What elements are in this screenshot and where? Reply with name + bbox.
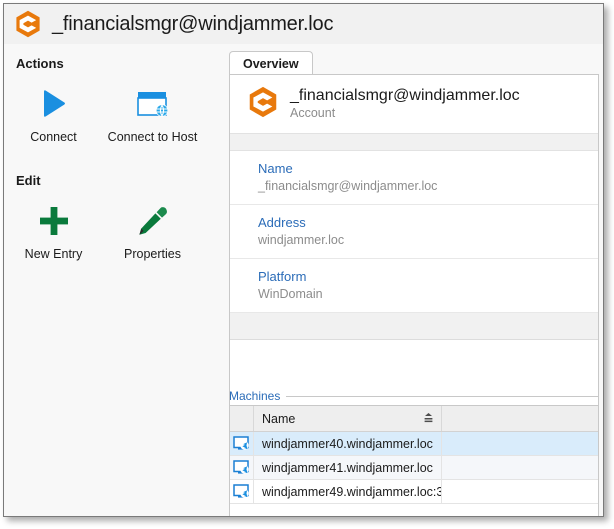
machine-name-cell: windjammer40.windjammer.loc [254, 432, 442, 455]
remote-desktop-icon [230, 480, 254, 503]
machine-name-cell: windjammer49.windjammer.loc:33... [254, 480, 442, 503]
machines-group-legend: Machines [229, 389, 599, 403]
edit-group-title: Edit [16, 173, 41, 188]
machines-header-filler [442, 406, 598, 431]
machine-row-filler [442, 432, 598, 455]
window-globe-icon [135, 82, 171, 126]
properties-action[interactable]: Properties [103, 199, 202, 261]
window-title-text: _financialsmgr@windjammer.loc [52, 12, 334, 35]
account-header: _financialsmgr@windjammer.loc Account [230, 75, 598, 133]
machines-group: Machines Name windjammer40.windjammer.lo… [229, 389, 599, 516]
header-separator-band [230, 133, 598, 151]
pencil-icon [136, 199, 170, 243]
machine-row-filler [442, 480, 598, 503]
field-name-label: Name [258, 161, 293, 176]
actions-group-items: Connect Connect to Host [4, 82, 221, 144]
table-row[interactable]: windjammer40.windjammer.loc [230, 432, 598, 456]
plus-icon [37, 199, 71, 243]
field-platform: Platform WinDomain [230, 259, 598, 313]
machines-header-name[interactable]: Name [254, 406, 442, 431]
window-title-bar: _financialsmgr@windjammer.loc [4, 4, 603, 44]
machine-row-filler [442, 456, 598, 479]
machines-table-header: Name [230, 406, 598, 432]
tab-strip: Overview [229, 49, 313, 75]
account-name: _financialsmgr@windjammer.loc [290, 87, 520, 104]
sort-ascending-icon [422, 412, 435, 426]
actions-group-title: Actions [16, 56, 64, 71]
cyberark-hex-logo-icon [248, 86, 278, 123]
machines-header-corner [230, 406, 254, 431]
connect-to-host-action-label: Connect to Host [107, 130, 198, 144]
actions-pane: Actions Connect Connect to Host Edit New… [4, 44, 221, 516]
detail-fields: Name _financialsmgr@windjammer.loc Addre… [230, 151, 598, 340]
field-address: Address windjammer.loc [230, 205, 598, 259]
play-triangle-icon [39, 82, 69, 126]
remote-desktop-icon [230, 432, 254, 455]
edit-group-items: New Entry Properties [4, 199, 221, 261]
cyberark-hex-logo-icon [15, 10, 41, 38]
machines-legend-rule [286, 395, 599, 397]
application-window: _financialsmgr@windjammer.loc Actions Co… [3, 3, 604, 517]
overview-tab-panel: _financialsmgr@windjammer.loc Account Na… [229, 74, 599, 419]
new-entry-action[interactable]: New Entry [4, 199, 103, 261]
connect-to-host-action[interactable]: Connect to Host [103, 82, 202, 144]
machine-name-cell: windjammer41.windjammer.loc [254, 456, 442, 479]
field-address-label: Address [258, 215, 306, 230]
new-entry-action-label: New Entry [24, 247, 83, 261]
remote-desktop-icon [230, 456, 254, 479]
machines-legend-label: Machines [229, 389, 281, 403]
content-pane: Overview _financialsmgr@windjammer.loc A… [221, 44, 603, 516]
account-header-text: _financialsmgr@windjammer.loc Account [290, 87, 520, 121]
account-subtitle: Account [290, 106, 336, 120]
table-row[interactable]: windjammer49.windjammer.loc:33... [230, 480, 598, 504]
tab-overview[interactable]: Overview [229, 51, 313, 75]
fields-footer-strip [230, 313, 598, 340]
table-row[interactable]: windjammer41.windjammer.loc [230, 456, 598, 480]
connect-action-label: Connect [30, 130, 77, 144]
machines-header-name-label: Name [262, 411, 296, 426]
field-name: Name _financialsmgr@windjammer.loc [230, 151, 598, 205]
tab-overview-label: Overview [243, 56, 299, 71]
field-address-value: windjammer.loc [258, 233, 345, 247]
properties-action-label: Properties [124, 247, 181, 261]
field-platform-label: Platform [258, 269, 307, 284]
connect-action[interactable]: Connect [4, 82, 103, 144]
field-name-value: _financialsmgr@windjammer.loc [258, 179, 438, 193]
machines-table[interactable]: Name windjammer40.windjammer.loc windjam… [229, 405, 599, 516]
field-platform-value: WinDomain [258, 287, 323, 301]
